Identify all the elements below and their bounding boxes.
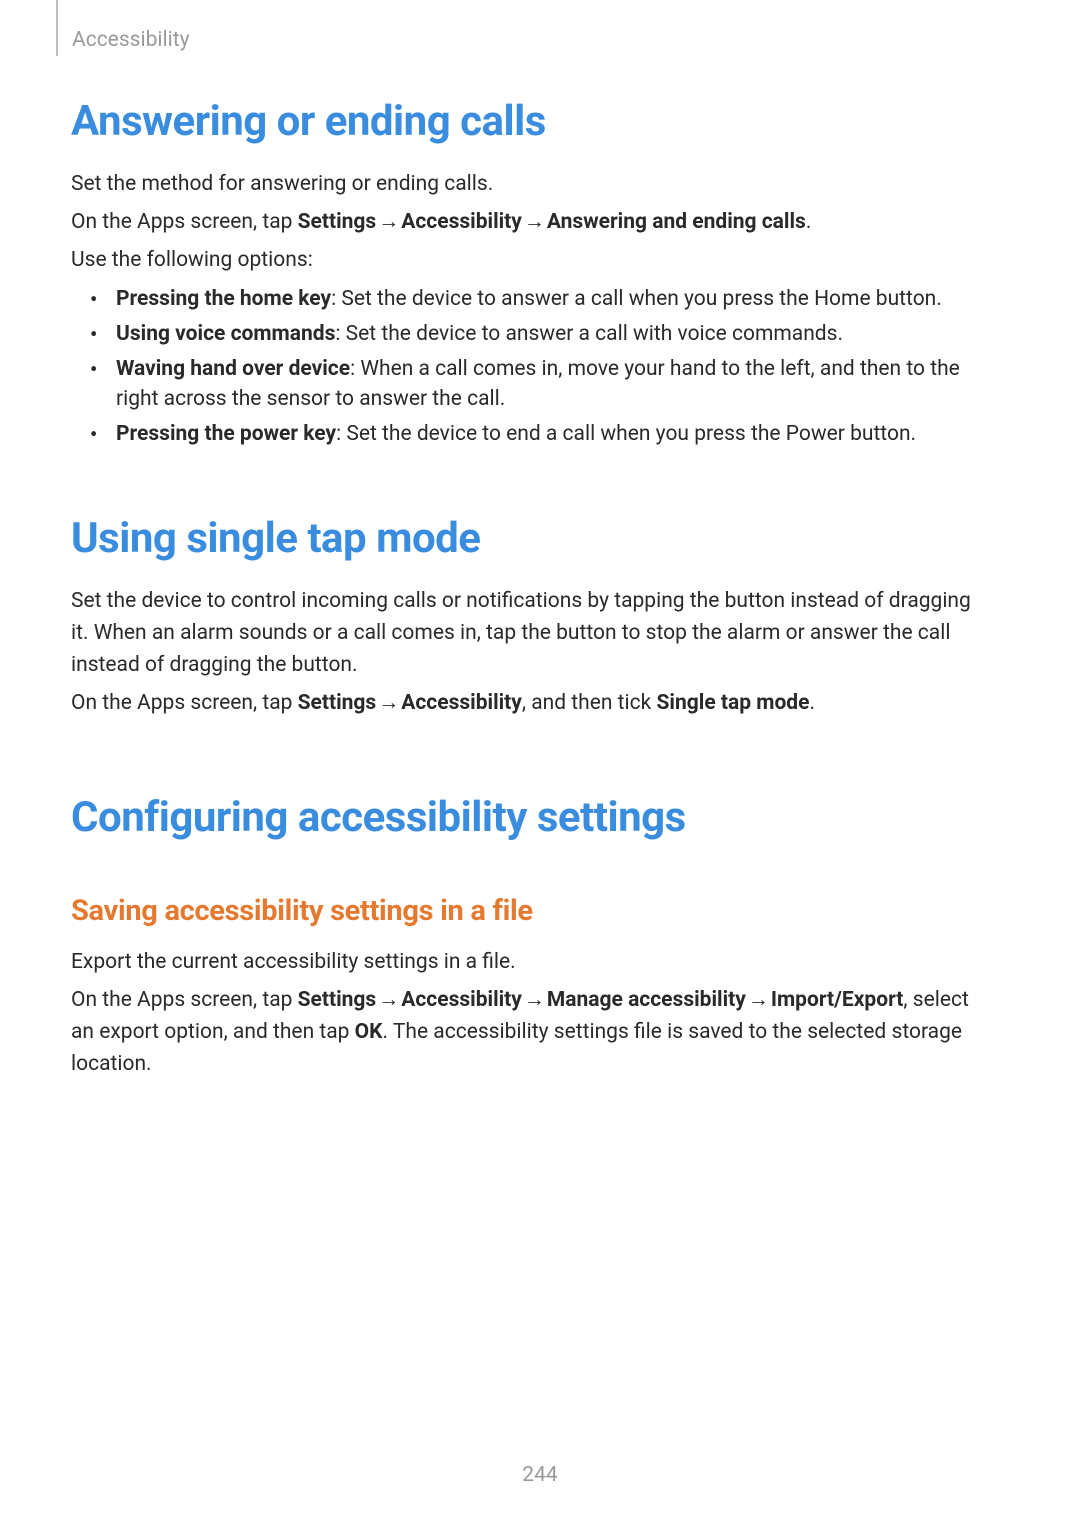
nav-prefix: On the Apps screen, tap [71,691,298,715]
nav-settings: Settings [298,210,377,234]
section2-navigation: On the Apps screen, tap Settings→Accessi… [71,687,991,719]
section1-intro: Set the method for answering or ending c… [71,168,991,200]
arrow-icon: → [522,988,547,1012]
bullet-label: Pressing the power key [116,422,336,446]
arrow-icon: → [746,988,771,1012]
nav-ok: OK [355,1020,383,1044]
nav-import-export: Import/Export [771,988,904,1012]
nav-prefix: On the Apps screen, tap [71,210,298,234]
arrow-icon: → [376,988,401,1012]
bullet-label: Pressing the home key [116,287,331,311]
bullet-desc: : Set the device to end a call when you … [336,422,916,446]
section3-navigation: On the Apps screen, tap Settings→Accessi… [71,984,991,1080]
nav-accessibility: Accessibility [401,210,522,234]
nav-suffix: . [809,691,815,715]
section1-options-intro: Use the following options: [71,244,991,276]
nav-prefix: On the Apps screen, tap [71,988,298,1012]
section1-navigation: On the Apps screen, tap Settings→Accessi… [71,206,991,238]
nav-accessibility: Accessibility [401,988,522,1012]
heading-single-tap: Using single tap mode [71,514,991,563]
heading-answering-calls: Answering or ending calls [71,97,991,146]
bullet-label: Using voice commands [116,322,335,346]
nav-text: , and then tick [522,691,657,715]
subheading-saving-file: Saving accessibility settings in a file [71,894,991,928]
nav-target: Answering and ending calls [547,210,806,234]
list-item: Waving hand over device: When a call com… [84,354,991,414]
section1-options-list: Pressing the home key: Set the device to… [71,284,991,449]
bullet-desc: : Set the device to answer a call with v… [335,322,843,346]
page-content: Answering or ending calls Set the method… [71,97,991,1086]
list-item: Using voice commands: Set the device to … [84,319,991,349]
section3-para: Export the current accessibility setting… [71,946,991,978]
list-item: Pressing the power key: Set the device t… [84,419,991,449]
section2-para: Set the device to control incoming calls… [71,585,991,681]
arrow-icon: → [376,691,401,715]
nav-manage: Manage accessibility [547,988,746,1012]
list-item: Pressing the home key: Set the device to… [84,284,991,314]
heading-configuring-accessibility: Configuring accessibility settings [71,793,991,842]
bullet-desc: : Set the device to answer a call when y… [331,287,942,311]
bullet-label: Waving hand over device [116,357,350,381]
arrow-icon: → [522,210,547,234]
nav-settings: Settings [298,691,377,715]
breadcrumb: Accessibility [72,28,190,52]
nav-settings: Settings [298,988,377,1012]
arrow-icon: → [376,210,401,234]
header-divider [56,0,58,56]
page-number: 244 [0,1463,1080,1487]
nav-accessibility: Accessibility [401,691,522,715]
nav-target: Single tap mode [657,691,810,715]
